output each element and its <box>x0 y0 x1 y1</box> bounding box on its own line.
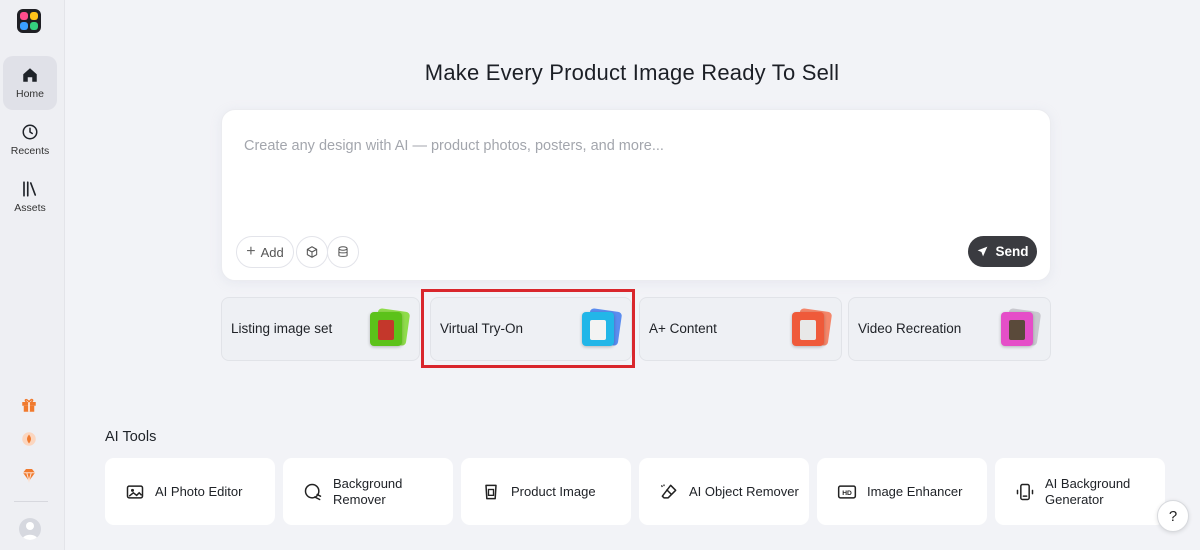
sidebar-item-home[interactable]: Home <box>3 56 57 110</box>
tool-ai-photo-editor[interactable]: AI Photo Editor <box>105 458 275 525</box>
sidebar-divider <box>14 501 48 502</box>
add-button[interactable]: + Add <box>236 236 294 268</box>
page-title: Make Every Product Image Ready To Sell <box>424 60 840 85</box>
background-remove-icon <box>304 483 322 500</box>
prompt-box: + Add Send <box>221 109 1051 281</box>
home-icon <box>23 68 37 82</box>
feature-a-plus-content[interactable]: A+ Content <box>639 297 842 361</box>
highlight-box <box>421 289 635 368</box>
user-icon <box>22 522 38 540</box>
send-icon <box>978 246 988 257</box>
tool-image-enhancer[interactable]: HD Image Enhancer <box>817 458 987 525</box>
sidebar-item-recents[interactable]: Recents <box>3 113 57 167</box>
sidebar-item-label: Home <box>15 88 44 100</box>
video-thumbnail-icon <box>1001 307 1042 348</box>
tool-label: Image Enhancer <box>867 483 963 499</box>
sidebar-item-label: Recents <box>10 145 50 157</box>
a-plus-thumbnail-icon <box>792 307 833 348</box>
cube-icon <box>306 246 318 258</box>
gift-icon[interactable] <box>20 396 38 414</box>
svg-text:HD: HD <box>842 489 852 496</box>
tool-ai-object-remover[interactable]: AI Object Remover <box>639 458 809 525</box>
eraser-icon <box>660 484 677 499</box>
coin-icon[interactable] <box>20 430 38 448</box>
product-icon <box>485 484 497 499</box>
image-edit-icon <box>126 484 144 499</box>
prompt-input[interactable] <box>242 130 1026 162</box>
product-3d-button[interactable] <box>296 236 328 268</box>
background-generate-icon <box>1016 483 1034 500</box>
database-icon <box>338 246 348 257</box>
tool-label: AI Photo Editor <box>155 483 243 499</box>
feature-label: Video Recreation <box>858 321 962 336</box>
tool-background-remover[interactable]: Background Remover <box>283 458 453 525</box>
help-button[interactable]: ? <box>1157 500 1189 532</box>
send-button[interactable]: Send <box>968 236 1037 267</box>
feature-listing-image-set[interactable]: Listing image set <box>221 297 420 361</box>
ai-tools-title: AI Tools <box>105 429 157 445</box>
avatar[interactable] <box>19 518 41 540</box>
tool-label: Product Image <box>511 483 596 499</box>
tool-product-image[interactable]: Product Image <box>461 458 631 525</box>
feature-label: A+ Content <box>649 321 717 336</box>
feature-video-recreation[interactable]: Video Recreation <box>848 297 1051 361</box>
tool-label: Background Remover <box>333 475 403 507</box>
sidebar-item-label: Assets <box>14 202 46 214</box>
tool-label: AI Object Remover <box>689 483 799 499</box>
tool-ai-background-generator[interactable]: AI Background Generator <box>995 458 1165 525</box>
sidebar-item-assets[interactable]: Assets <box>3 170 57 224</box>
library-icon <box>23 181 37 197</box>
knowledge-base-button[interactable] <box>327 236 359 268</box>
plus-icon: + <box>246 243 256 260</box>
listing-thumbnail-icon <box>370 307 411 348</box>
tool-label: AI Background Generator <box>1045 475 1131 507</box>
app-logo[interactable] <box>17 9 41 33</box>
clock-icon <box>22 124 38 140</box>
feature-label: Listing image set <box>231 321 333 336</box>
hd-icon: HD <box>837 484 857 499</box>
diamond-icon[interactable] <box>20 466 38 484</box>
sidebar: Home Recents Assets <box>0 0 65 550</box>
add-label: Add <box>260 244 284 260</box>
send-label: Send <box>995 244 1029 259</box>
